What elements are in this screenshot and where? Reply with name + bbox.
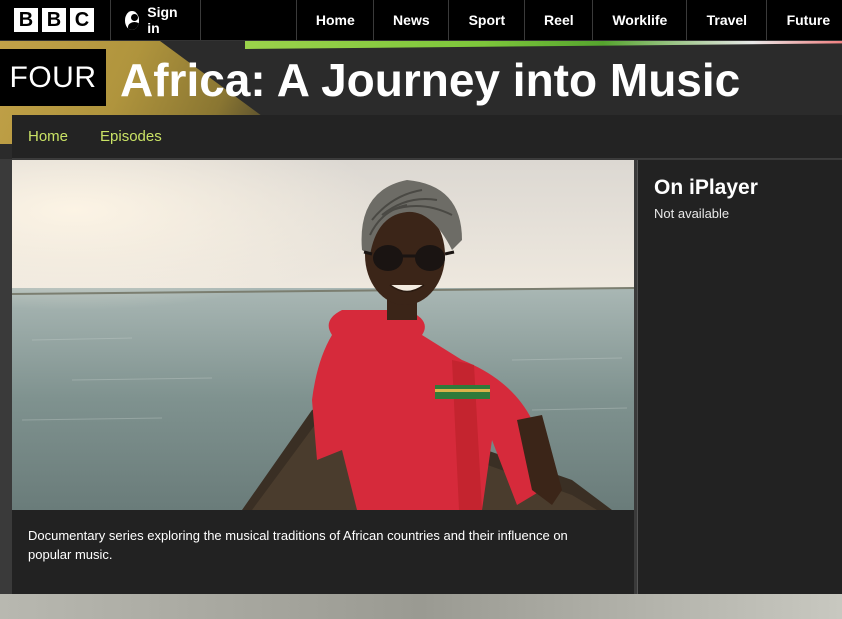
programme-subnav: Home Episodes	[12, 115, 842, 159]
hero-image	[12, 160, 634, 510]
page-background-strip	[0, 594, 842, 619]
bbc-top-bar: B B C Sign in Home News Sport Reel Workl…	[0, 0, 842, 41]
nav-future[interactable]: Future	[766, 0, 842, 40]
programme-header: FOUR Africa: A Journey into Music Home E…	[0, 41, 842, 159]
nav-sport[interactable]: Sport	[448, 0, 524, 40]
bbc-main-nav: Home News Sport Reel Worklife Travel Fut…	[296, 0, 842, 40]
user-icon	[125, 10, 140, 30]
bbc-logo[interactable]: B B C	[0, 0, 111, 40]
channel-badge[interactable]: FOUR	[0, 49, 106, 106]
brand-stripe	[245, 41, 842, 49]
sign-in-button[interactable]: Sign in	[111, 0, 202, 40]
programme-title: Africa: A Journey into Music	[120, 54, 741, 106]
bbc-logo-letter-b1: B	[14, 8, 38, 32]
nav-home[interactable]: Home	[296, 0, 373, 40]
iplayer-heading: On iPlayer	[654, 176, 758, 199]
nav-news[interactable]: News	[373, 0, 448, 40]
subnav-episodes[interactable]: Episodes	[84, 128, 178, 145]
nav-travel[interactable]: Travel	[686, 0, 766, 40]
hero-photo	[12, 160, 634, 510]
subnav-home[interactable]: Home	[12, 128, 84, 145]
nav-worklife[interactable]: Worklife	[592, 0, 686, 40]
sign-in-label: Sign in	[147, 4, 178, 36]
nav-reel[interactable]: Reel	[524, 0, 592, 40]
iplayer-panel: On iPlayer Not available	[637, 160, 842, 594]
bbc-logo-letter-c: C	[70, 8, 94, 32]
iplayer-status: Not available	[654, 206, 730, 221]
bbc-logo-letter-b2: B	[42, 8, 66, 32]
programme-description: Documentary series exploring the musical…	[12, 510, 634, 594]
